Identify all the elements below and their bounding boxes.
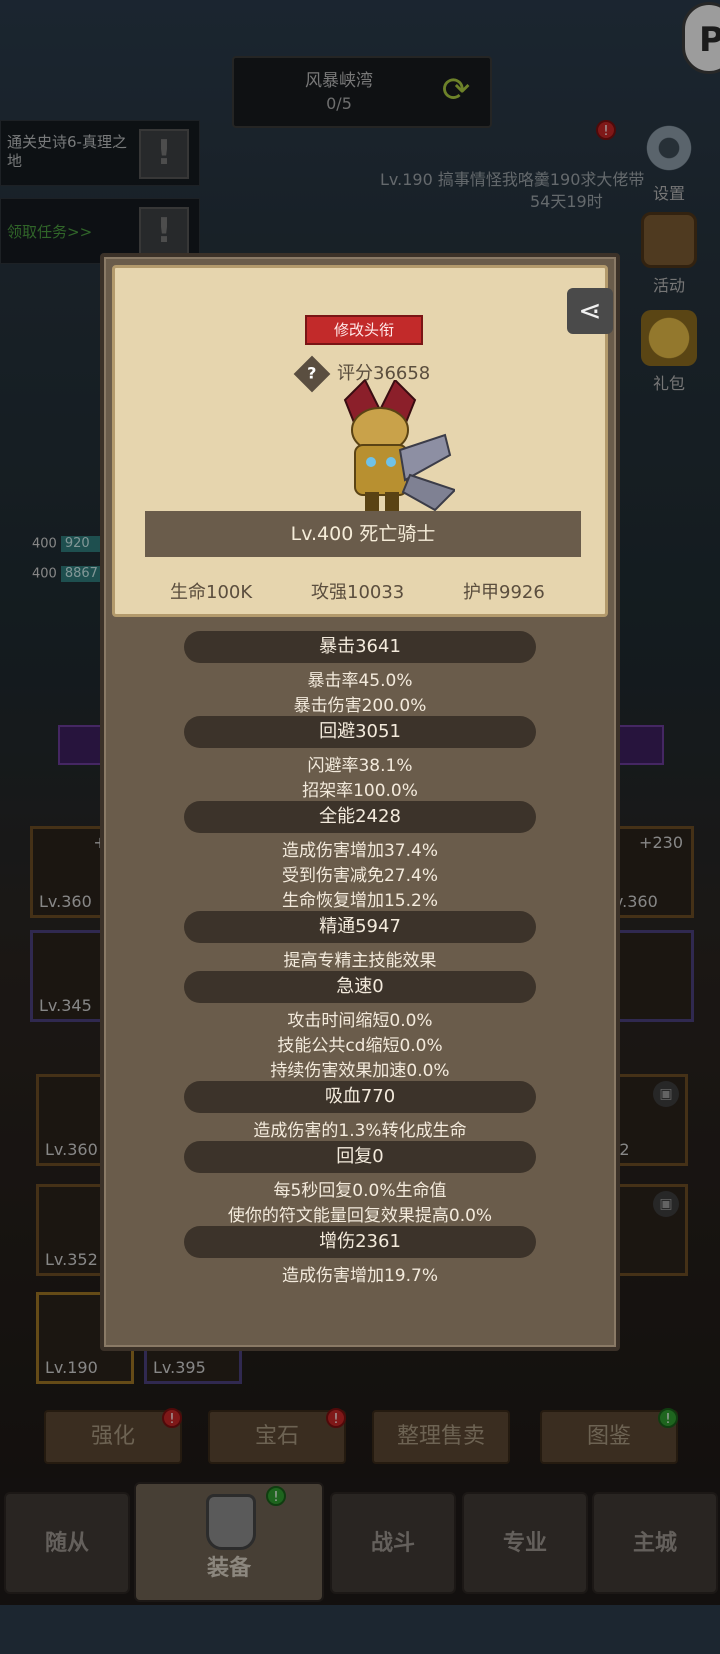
stat-header-crit: 暴击3641 (184, 631, 536, 663)
stat-header-haste: 急速0 (184, 971, 536, 1003)
stat-line: 持续伤害效果加速0.0% (270, 1061, 450, 1081)
stat-line: 每5秒回复0.0%生命值 (273, 1181, 447, 1201)
hero-name-banner: Lv.400 死亡骑士 (145, 511, 581, 557)
stat-line: 造成伤害增加19.7% (281, 1266, 438, 1286)
stat-line: 造成伤害的1.3%转化成生命 (253, 1121, 467, 1141)
hero-stats-modal: ⋖ 修改头衔 ? 评分36658 Lv.400 死亡骑士 生命100K 攻强10… (100, 253, 620, 1351)
stat-line: 闪避率38.1% (307, 756, 413, 776)
stat-line: 使你的符文能量回复效果提高0.0% (227, 1206, 493, 1226)
stat-header-lifesteal: 吸血770 (184, 1081, 536, 1113)
stat-header-avoidance: 回避3051 (184, 716, 536, 748)
stat-header-mastery: 精通5947 (184, 911, 536, 943)
stat-line: 暴击率45.0% (307, 671, 413, 691)
stat-header-recovery: 回复0 (184, 1141, 536, 1173)
stat-line: 暴击伤害200.0% (293, 696, 427, 716)
stat-armor: 护甲9926 (463, 582, 545, 603)
stat-health: 生命100K (170, 582, 253, 603)
stat-line: 技能公共cd缩短0.0% (277, 1036, 443, 1056)
share-icon[interactable]: ⋖ (567, 288, 613, 334)
stat-header-damage-increase: 增伤2361 (184, 1226, 536, 1258)
stat-line: 受到伤害减免27.4% (281, 866, 438, 886)
stat-line: 生命恢复增加15.2% (281, 891, 438, 911)
stat-line: 攻击时间缩短0.0% (287, 1011, 433, 1031)
edit-title-button[interactable]: 修改头衔 (305, 315, 423, 345)
stat-line: 招架率100.0% (302, 781, 418, 801)
stat-line: 造成伤害增加37.4% (281, 841, 438, 861)
stat-attack-power: 攻强10033 (311, 582, 405, 603)
hero-card: ⋖ 修改头衔 ? 评分36658 Lv.400 死亡骑士 生命100K 攻强10… (112, 265, 613, 617)
stat-line: 提高专精主技能效果 (283, 951, 437, 971)
death-knight-portrait (343, 380, 455, 512)
stat-header-versatility: 全能2428 (184, 801, 536, 833)
